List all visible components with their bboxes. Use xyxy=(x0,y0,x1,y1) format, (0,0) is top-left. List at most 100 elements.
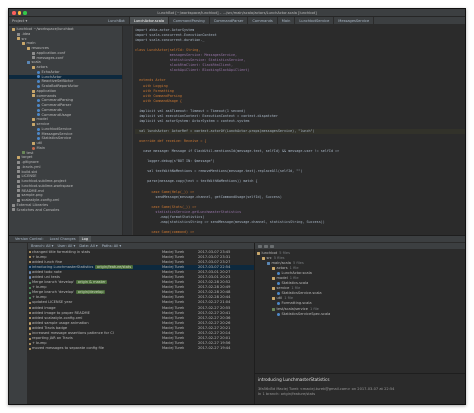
folder-icon xyxy=(27,46,30,50)
editor-tab[interactable]: Main xyxy=(278,17,296,24)
file-icon xyxy=(17,170,20,174)
commit-dot-icon xyxy=(28,286,31,289)
editor-tab[interactable]: CommandParser xyxy=(210,17,249,24)
editor-tab[interactable]: Commands xyxy=(248,17,278,24)
folder-icon xyxy=(32,89,35,93)
class-icon xyxy=(277,312,280,316)
class-icon xyxy=(277,292,280,296)
file-icon xyxy=(17,198,20,202)
editor-tab[interactable]: MessagesService xyxy=(334,17,375,24)
folder-icon xyxy=(272,297,275,301)
folder-icon xyxy=(32,141,35,145)
window-title: LunchBot [~/workspace/lunchbot] – .../sr… xyxy=(157,10,317,15)
commit-dot-icon xyxy=(28,307,31,310)
editor-tab[interactable]: LunchbotService xyxy=(295,17,335,24)
commit-dot-icon xyxy=(28,347,31,350)
folder-icon xyxy=(17,156,20,160)
commit-author: Maciej Turek xyxy=(162,346,185,351)
project-view-selector[interactable]: Project ▾ xyxy=(12,19,104,23)
commit-message-text: + bump xyxy=(32,254,47,259)
commit-meta: 3fa56d5d Maciej Turek <maciej.turek@gmai… xyxy=(258,387,395,391)
commit-title: introducing LunchmasterStatistics xyxy=(258,377,330,382)
commit-dot-icon xyxy=(28,332,31,335)
folder-icon xyxy=(22,151,25,155)
vc-tabs: Version Control: Local Changes Log xyxy=(9,236,465,243)
commit-message-text: added image to proper README xyxy=(32,310,90,315)
commit-dot-icon xyxy=(28,342,31,345)
tree-item-label: Main xyxy=(36,145,46,150)
class-icon xyxy=(277,282,280,286)
class-icon xyxy=(37,99,40,103)
class-icon xyxy=(277,302,280,306)
commit-dot-icon xyxy=(28,266,31,269)
collapse-all-icon[interactable] xyxy=(264,244,268,248)
commit-message-text: added uni tests xyxy=(32,274,60,279)
folder-icon xyxy=(32,65,35,69)
commit-details: lunchbot 5 files src 5 files main/scala 5 fil… xyxy=(254,243,465,404)
commit-dot-icon xyxy=(28,312,31,315)
code-area[interactable]: import akka.actor.ActorSystem import scal… xyxy=(135,28,465,235)
show-diff-icon[interactable] xyxy=(270,244,274,248)
class-icon xyxy=(37,127,40,131)
folder-icon xyxy=(17,37,20,41)
commit-dot-icon xyxy=(28,301,31,305)
commit-dot-icon xyxy=(28,317,31,320)
log-filter[interactable]: User: All ▾ xyxy=(57,244,75,248)
editor-tab[interactable]: LunchBot xyxy=(104,17,130,24)
commit-dot-icon xyxy=(28,337,31,340)
commit-dot-icon xyxy=(28,327,31,330)
folder-icon xyxy=(262,256,265,260)
commit-row[interactable]: moved messages to separate config file Ma… xyxy=(28,346,254,351)
commit-dot-icon xyxy=(28,251,31,254)
folder-icon xyxy=(22,42,25,46)
tree-item[interactable]: Scratches and Consoles xyxy=(9,208,122,213)
folder-icon xyxy=(32,122,35,126)
commit-message-text: reporting JAR on Travis xyxy=(32,336,73,341)
commit-message-text: added Travis badge xyxy=(32,325,68,330)
editor-toolbar: Project ▾ LunchBot LunchActor.scala Comman… xyxy=(9,17,465,25)
file-icon xyxy=(17,194,20,198)
class-icon xyxy=(37,132,40,136)
expand-all-icon[interactable] xyxy=(258,244,262,248)
commit-message-text: added todo note xyxy=(32,269,62,274)
commit-message-text: + bump xyxy=(32,295,47,300)
commit-message-text: introducing LunchmasterStatistics xyxy=(32,264,94,269)
changed-file-item[interactable]: StatisticsServiceSpec.scala xyxy=(257,312,465,317)
log-filter[interactable]: Date: All ▾ xyxy=(79,244,97,248)
folder-icon xyxy=(272,287,275,291)
commit-dot-icon xyxy=(28,261,31,264)
log-filter[interactable]: Branch: All ▾ xyxy=(31,244,53,248)
branch-ref-badge: origin & master xyxy=(76,280,108,285)
tree-item-label: StatisticsService xyxy=(41,136,72,141)
class-icon xyxy=(37,108,40,112)
project-tree: lunchbot ~/workspace/lunchbot .idea src mai… xyxy=(9,26,123,235)
branches-strip[interactable] xyxy=(9,243,28,404)
log-filter[interactable]: Paths: All ▾ xyxy=(102,244,122,248)
vc-tab: Version Control: xyxy=(15,237,44,241)
commit-message-text: updated LICENSE year xyxy=(32,300,73,305)
folder-icon xyxy=(272,277,275,281)
library-icon xyxy=(12,203,15,207)
folder-icon xyxy=(12,27,15,31)
editor-tab[interactable]: LunchActor.scala xyxy=(129,17,170,24)
folder-icon xyxy=(257,251,260,255)
details-toolbar xyxy=(255,243,465,250)
commit-message-text: moved messages to separate config file xyxy=(32,346,104,351)
code-editor[interactable]: import akka.actor.ActorSystem import scal… xyxy=(123,26,465,235)
file-icon xyxy=(17,179,20,183)
vc-tab[interactable]: Log xyxy=(78,236,92,242)
commit-dot-icon xyxy=(28,256,31,259)
commit-dot-icon xyxy=(28,296,31,300)
editor-tab[interactable]: CommandParsing xyxy=(169,17,210,24)
commit-message-text: added image xyxy=(32,305,56,310)
ide-window: LunchBot [~/workspace/lunchbot] – .../sr… xyxy=(8,8,466,405)
folder-icon xyxy=(32,118,35,122)
changed-files-tree: lunchbot 5 files src 5 files main/scala 5 fil… xyxy=(255,250,465,317)
commit-dot-icon xyxy=(28,276,31,279)
commit-message-text: added scalastyle-config.xml xyxy=(32,315,83,320)
vc-tab[interactable]: Local Changes xyxy=(47,236,79,242)
commit-message-text: added sample usage animation xyxy=(32,320,89,325)
commit-message-text: added lunch fine xyxy=(32,259,63,264)
commit-date: 2017-02-27 19:44 xyxy=(198,346,231,351)
commit-log: Branch: All ▾ User: All ▾ Date: All ▾ Paths… xyxy=(28,243,254,404)
